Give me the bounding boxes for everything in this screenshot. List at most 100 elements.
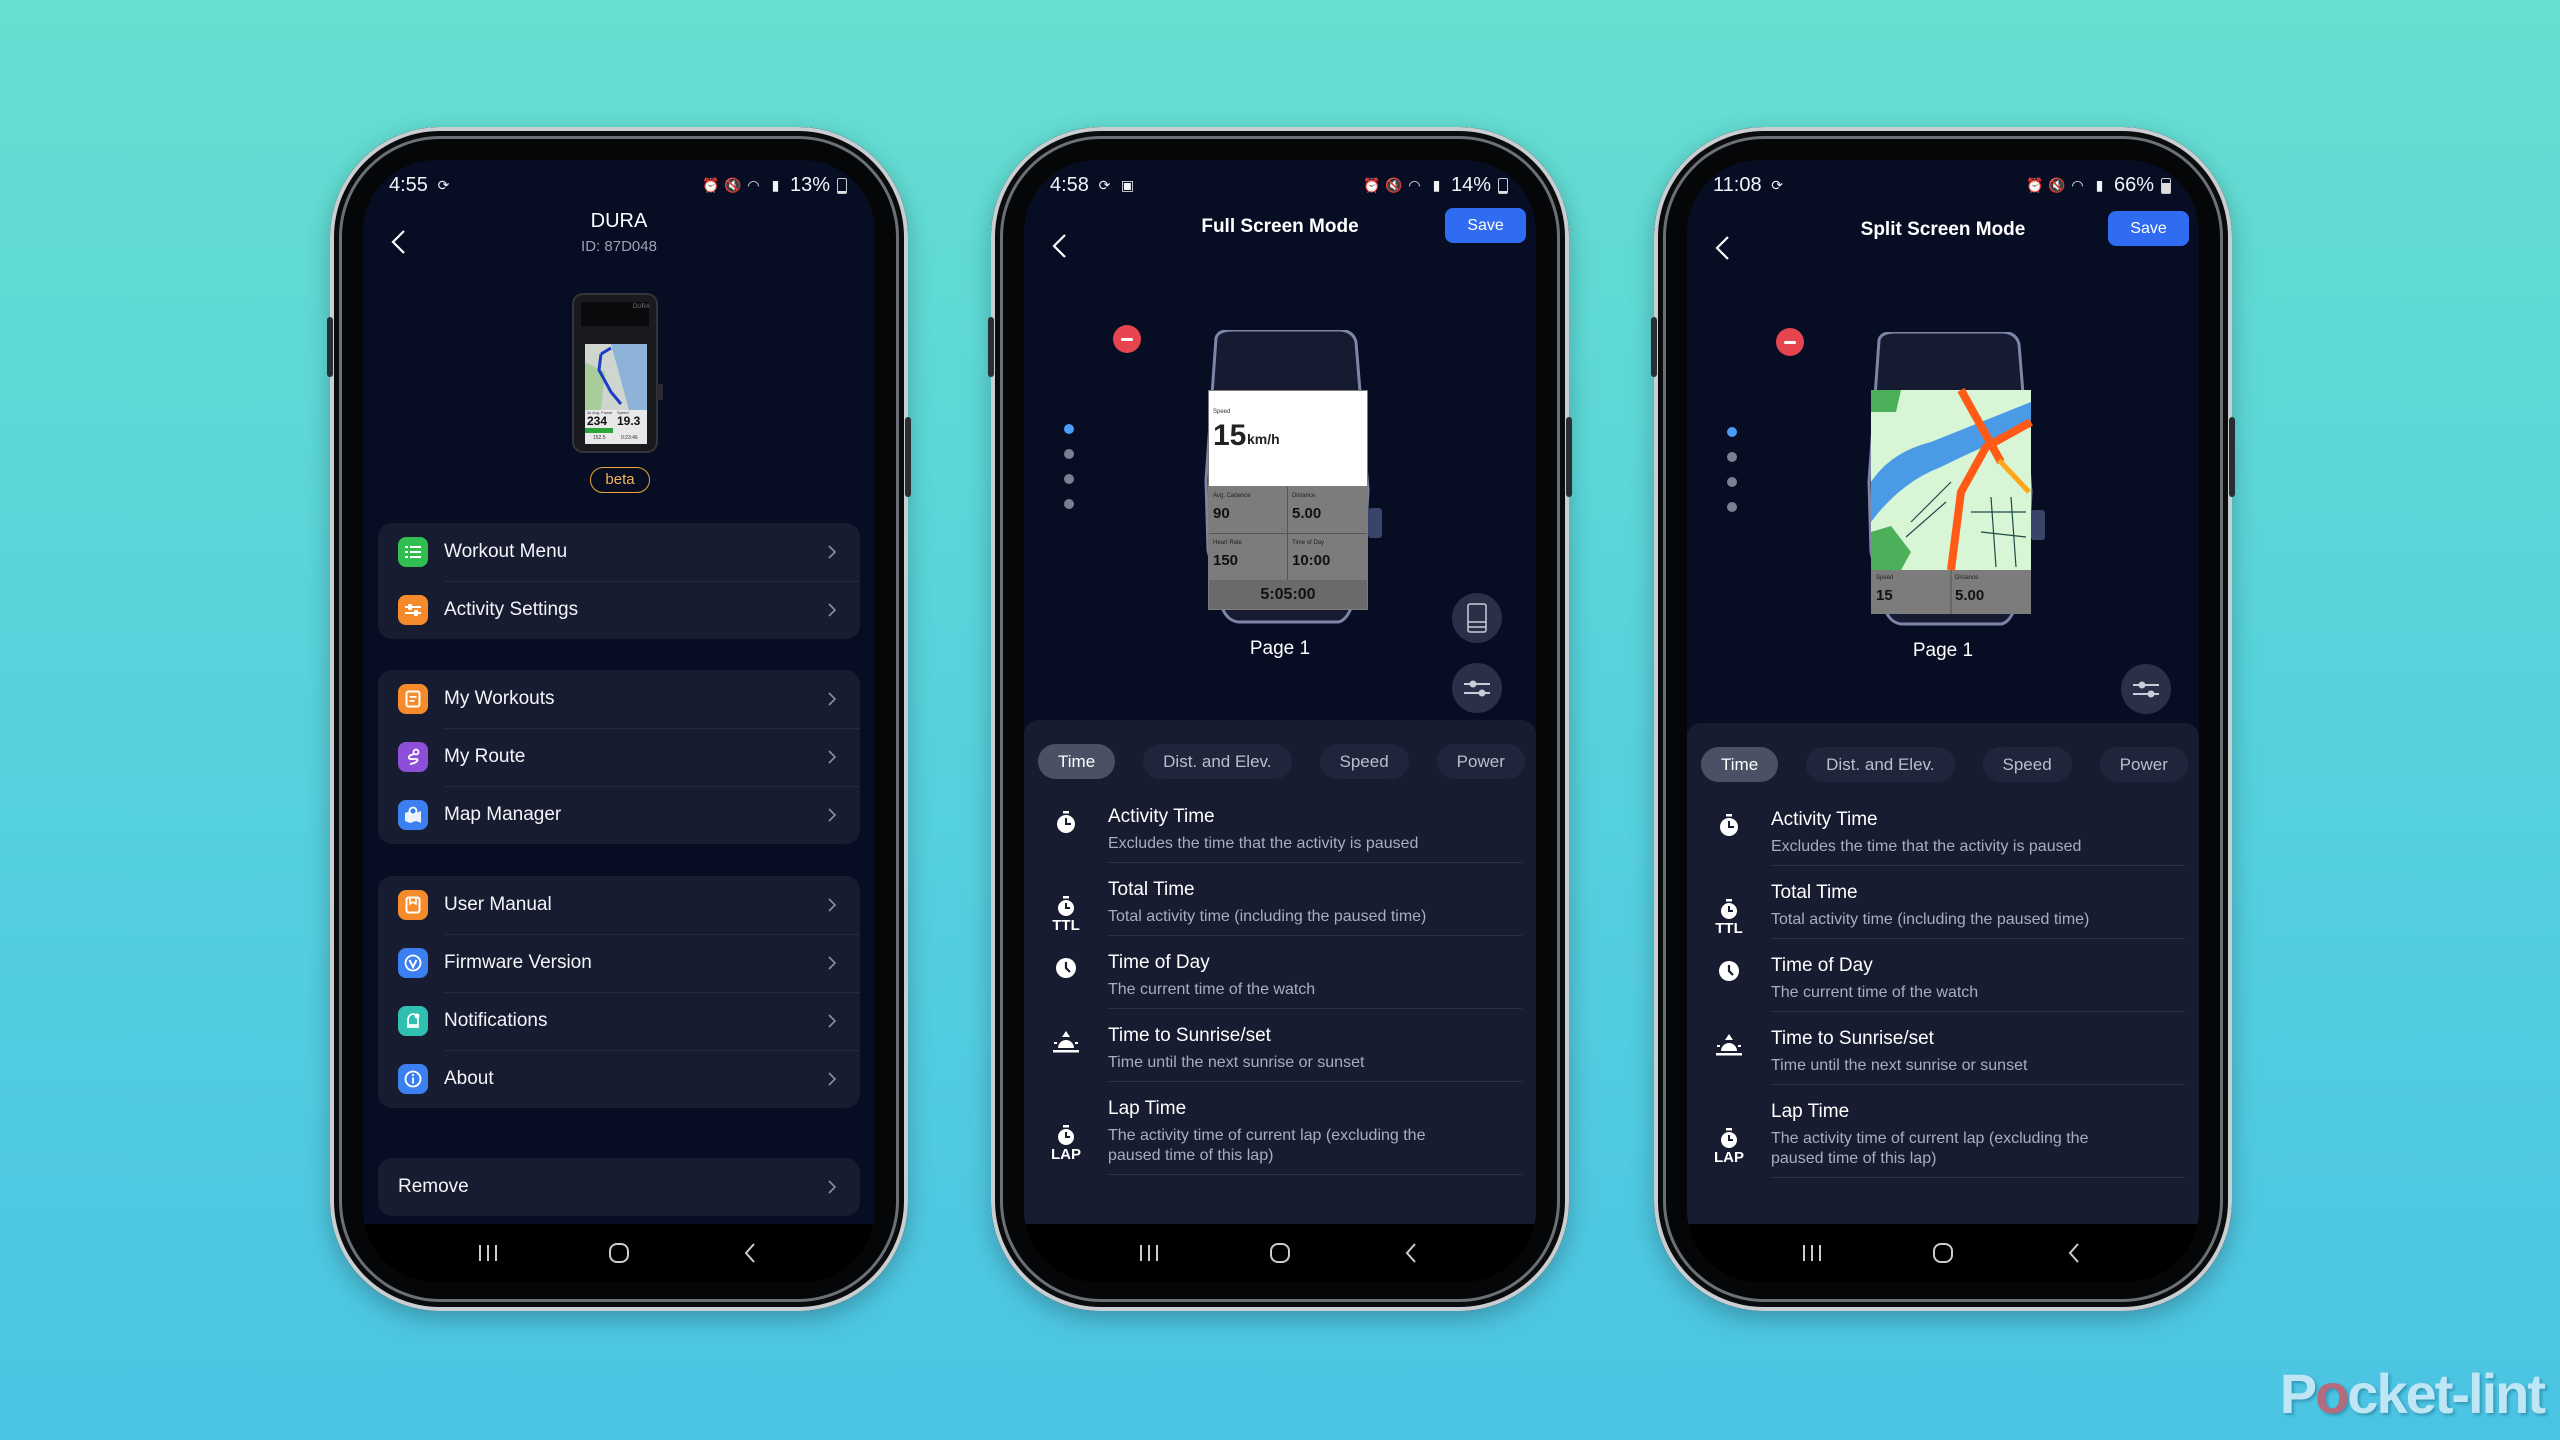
home-button[interactable] <box>1923 1233 1963 1273</box>
phone-full-screen-mode: 4:58 ⟳ ▣ ⏰ 🔇 ◠ ▮ 14% Full Screen Mode Sa… <box>988 127 1572 1311</box>
category-tabs: Time Dist. and Elev. Speed Power <box>1038 744 1525 779</box>
page-dot-4[interactable] <box>1727 502 1737 512</box>
menu-item-notifications[interactable]: Notifications <box>378 992 860 1050</box>
chevron-right-icon <box>824 749 840 765</box>
menu-item-workout-menu[interactable]: Workout Menu <box>378 523 860 581</box>
field-label: Avg. Cadence <box>1213 493 1251 499</box>
tab-time[interactable]: Time <box>1038 744 1116 779</box>
status-bar: 4:55 ⟳ ⏰ 🔇 ◠ ▮ 13% <box>363 160 875 208</box>
minus-icon <box>1784 340 1796 344</box>
page-dot-1[interactable] <box>1064 424 1074 434</box>
stopwatch-icon <box>1687 807 1771 876</box>
adjust-button[interactable] <box>1452 663 1502 713</box>
minus-icon <box>1121 337 1133 341</box>
menu-item-my-workouts[interactable]: My Workouts <box>378 670 860 728</box>
home-button[interactable] <box>1260 1233 1300 1273</box>
field-list: Activity Time Excludes the time that the … <box>1687 803 2199 1188</box>
menu-item-user-manual[interactable]: User Manual <box>378 876 860 934</box>
tab-power[interactable]: Power <box>2099 747 2188 782</box>
field-description: The current time of the watch <box>1771 984 1979 1001</box>
field-item-time-of-day[interactable]: Time of Day The current time of the watch <box>1024 946 1536 1019</box>
recents-button[interactable] <box>468 1233 508 1273</box>
battery-icon <box>837 177 847 194</box>
field-item-lap-time[interactable]: LAP Lap Time The activity time of current… <box>1024 1092 1536 1185</box>
gallery-icon: ▣ <box>1120 177 1135 193</box>
adjust-button[interactable] <box>2121 664 2171 714</box>
system-back-button[interactable] <box>1391 1233 1431 1273</box>
field-title: Lap Time <box>1108 1098 1187 1119</box>
page-dot-2[interactable] <box>1727 452 1737 462</box>
save-button[interactable]: Save <box>2108 211 2189 246</box>
menu-item-label: Notifications <box>444 1010 548 1031</box>
chevron-right-icon <box>824 1179 840 1195</box>
battery-percent: 66% <box>2113 174 2154 196</box>
page-dot-4[interactable] <box>1064 499 1074 509</box>
field-item-time-of-day[interactable]: Time of Day The current time of the watch <box>1687 949 2199 1022</box>
map-view <box>1871 388 2033 571</box>
menu-item-about[interactable]: About <box>378 1050 860 1108</box>
page-dot-1[interactable] <box>1727 427 1737 437</box>
alarm-icon: ⏰ <box>2025 177 2044 193</box>
menu-item-map-manager[interactable]: Map Manager <box>378 786 860 844</box>
field-title: Time to Sunrise/set <box>1108 1025 1271 1046</box>
chevron-right-icon <box>824 544 840 560</box>
tab-time[interactable]: Time <box>1701 747 1779 782</box>
menu-item-label: Map Manager <box>444 804 562 825</box>
alarm-icon: ⏰ <box>1362 177 1381 193</box>
remove-device-button[interactable]: Remove <box>378 1158 860 1216</box>
menu-item-activity-settings[interactable]: Activity Settings <box>378 581 860 639</box>
tab-speed[interactable]: Speed <box>1319 744 1409 779</box>
menu-item-label: User Manual <box>444 894 552 915</box>
page-dot-3[interactable] <box>1727 477 1737 487</box>
device-image: DURA 3s Avg. Power 234 Speed 19.3 152.5 … <box>571 292 663 454</box>
menu-item-label: Remove <box>398 1176 469 1197</box>
field-item-activity-time[interactable]: Activity Time Excludes the time that the … <box>1024 800 1536 873</box>
field-description: Time until the next sunrise or sunset <box>1108 1054 1365 1071</box>
field-item-total-time[interactable]: TTL Total Time Total activity time (inclu… <box>1024 873 1536 946</box>
menu-item-my-route[interactable]: My Route <box>378 728 860 786</box>
tab-dist-and-elev[interactable]: Dist. and Elev. <box>1143 744 1292 779</box>
device-field-cell: Distance 5.00 <box>1288 487 1367 534</box>
page-dot-3[interactable] <box>1064 474 1074 484</box>
device-field-cell: Time of Day 10:00 <box>1288 534 1367 580</box>
tab-power[interactable]: Power <box>1436 744 1525 779</box>
bell-icon <box>398 1006 428 1036</box>
tab-dist-and-elev[interactable]: Dist. and Elev. <box>1806 747 1955 782</box>
phone-split-screen-mode: 11:08 ⟳ ⏰ 🔇 ◠ ▮ 66% Split Screen Mode Sa… <box>1651 127 2235 1311</box>
field-item-time-to-sunrise-set[interactable]: Time to Sunrise/set Time until the next s… <box>1687 1022 2199 1095</box>
field-item-activity-time[interactable]: Activity Time Excludes the time that the … <box>1687 803 2199 876</box>
field-label: Time of Day <box>1292 540 1325 546</box>
mute-icon: 🔇 <box>1384 177 1403 193</box>
layout-button[interactable] <box>1452 593 1502 643</box>
power-button <box>2229 417 2235 497</box>
system-back-button[interactable] <box>730 1233 770 1273</box>
beta-badge: beta <box>590 467 650 493</box>
field-item-total-time[interactable]: TTL Total Time Total activity time (inclu… <box>1687 876 2199 949</box>
delete-page-button[interactable] <box>1776 328 1804 356</box>
field-list: Activity Time Excludes the time that the … <box>1024 800 1536 1185</box>
document-icon <box>398 684 428 714</box>
recents-button[interactable] <box>1129 1233 1169 1273</box>
save-button[interactable]: Save <box>1445 208 1526 243</box>
tab-speed[interactable]: Speed <box>1982 747 2072 782</box>
field-unit: km/h <box>1247 431 1280 447</box>
device-field-cell: Avg. Cadence 90 <box>1209 487 1288 534</box>
menu-item-label: Firmware Version <box>444 952 592 973</box>
field-label: Speed <box>1213 409 1231 415</box>
system-back-button[interactable] <box>2054 1233 2094 1273</box>
menu-item-firmware-version[interactable]: Firmware Version <box>378 934 860 992</box>
menu-item-label: About <box>444 1068 494 1089</box>
chevron-right-icon <box>824 691 840 707</box>
sliders-icon <box>398 595 428 625</box>
recents-button[interactable] <box>1792 1233 1832 1273</box>
device-preview[interactable]: Speed 15 km/h Avg. Cadence 90 Distance 5… <box>1188 330 1388 630</box>
page-dot-2[interactable] <box>1064 449 1074 459</box>
device-brand-label: DURA <box>633 304 651 310</box>
delete-page-button[interactable] <box>1113 325 1141 353</box>
device-field-cell: Heart Rate 150 <box>1209 534 1288 580</box>
home-button[interactable] <box>599 1233 639 1273</box>
volume-button <box>988 317 994 377</box>
device-preview[interactable]: Speed 15 Distance 5.00 <box>1851 332 2051 632</box>
field-item-lap-time[interactable]: LAP Lap Time The activity time of current… <box>1687 1095 2199 1188</box>
field-item-time-to-sunrise-set[interactable]: Time to Sunrise/set Time until the next s… <box>1024 1019 1536 1092</box>
